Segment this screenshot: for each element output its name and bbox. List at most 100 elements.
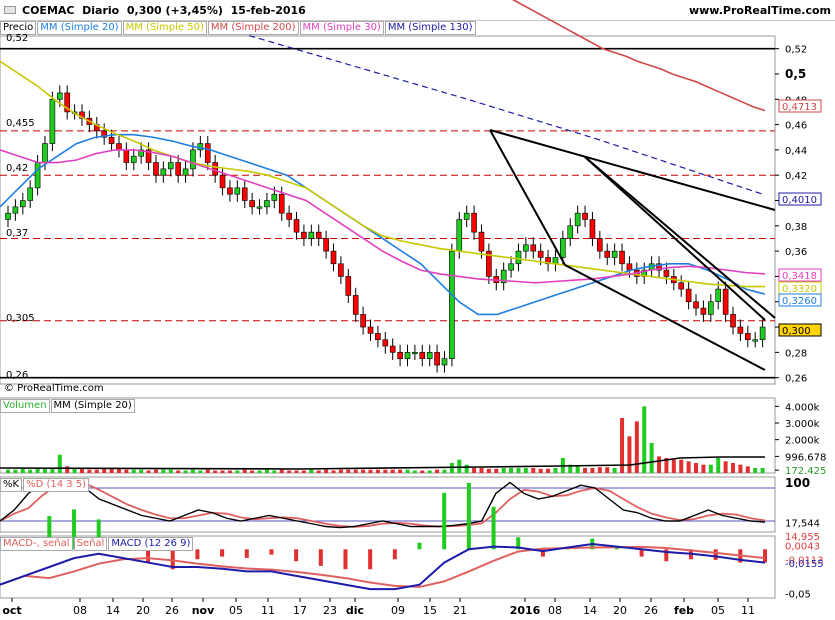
volume-bar <box>65 466 70 473</box>
chart-canvas[interactable]: 0,520,50,480,460,440,420,40,380,360,340,… <box>0 0 835 620</box>
level-label-026: 0,26 <box>6 370 29 381</box>
volume-legend: Volumen MM (Simple 20) <box>0 399 136 413</box>
price-legend-item-5[interactable]: MM (Simple 130) <box>384 21 476 35</box>
candle-body <box>604 250 611 258</box>
macd-histogram-bar <box>392 549 397 560</box>
candle-body <box>619 250 625 265</box>
price-value-tag-label: 0,300 <box>782 326 811 337</box>
candle-body <box>56 92 63 100</box>
x-axis-tick-label: 05 <box>711 604 725 617</box>
volume-bar <box>139 469 144 473</box>
volume-bar <box>6 469 10 473</box>
price-ytick-label: 0,38 <box>785 222 807 233</box>
stochastic-legend-item-1[interactable]: %D (14 3 5) <box>23 478 90 492</box>
candle-body <box>153 162 159 176</box>
volume-bar <box>250 470 255 473</box>
price-legend-item-1[interactable]: MM (Simple 20) <box>37 21 122 35</box>
x-axis-tick-label: 11 <box>741 604 755 617</box>
stochastic-ytick-label: 100 <box>785 476 810 490</box>
x-axis-tick-label: 14 <box>583 604 597 617</box>
candle-body <box>308 231 315 239</box>
candle-body <box>523 244 529 252</box>
macd-histogram-bar <box>713 549 718 560</box>
candle-body <box>434 352 440 366</box>
volume-bar <box>723 461 728 473</box>
macd-histogram-bar <box>466 482 471 550</box>
macd-signal-line <box>0 545 766 588</box>
volume-bar <box>190 469 195 473</box>
volume-bar <box>368 469 373 473</box>
x-axis-tick-label: 2016 <box>510 604 541 617</box>
price-value-tag-label: 0,3418 <box>782 271 817 282</box>
candle-body <box>338 263 344 277</box>
candle-body <box>708 301 714 315</box>
volume-legend-item-1[interactable]: MM (Simple 20) <box>50 399 135 413</box>
macd-histogram-bar <box>417 542 422 550</box>
moving-average-line-0 <box>0 133 766 316</box>
stochastic-ytick-label: 17,544 <box>785 518 820 529</box>
volume-bar <box>546 468 551 473</box>
volume-bar <box>745 466 750 473</box>
stochastic-legend-item-0[interactable]: %K <box>0 478 23 492</box>
volume-bar <box>486 468 491 473</box>
candle-body <box>212 162 218 176</box>
candle-body <box>715 288 722 303</box>
candle-body <box>116 143 122 151</box>
candle-body <box>574 212 581 227</box>
candle-body <box>478 231 485 252</box>
volume-bar <box>116 468 121 473</box>
price-legend-item-2[interactable]: MM (Simple 50) <box>122 21 207 35</box>
level-label-037: 0,37 <box>6 228 29 239</box>
macd-legend-item-2[interactable]: MACD (12 26 9) <box>108 537 194 551</box>
candle-body <box>456 219 463 252</box>
macd-legend-item-1[interactable]: Señal <box>73 537 108 551</box>
x-axis-tick-label: 08 <box>548 604 562 617</box>
volume-bar <box>679 459 684 473</box>
volume-ytick-label: 4.000k <box>785 402 820 413</box>
volume-bar <box>472 468 477 473</box>
candle-body <box>700 307 707 315</box>
volume-bar <box>398 469 403 473</box>
volume-bar <box>597 467 602 473</box>
candle-body <box>323 238 329 252</box>
candle-body <box>27 187 33 201</box>
candle-body <box>389 345 396 353</box>
volume-bar <box>183 470 188 473</box>
moving-average-130-line <box>229 29 766 196</box>
candle-body <box>190 149 196 170</box>
volume-bar <box>57 454 62 473</box>
price-legend-item-3[interactable]: MM (Simple 200) <box>207 21 299 35</box>
level-label-0305: 0,305 <box>6 313 35 324</box>
macd-ytick-label: -0,05 <box>785 590 811 601</box>
macd-legend-item-0[interactable]: MACD-, señal <box>0 537 73 551</box>
macd-legend: MACD-, señal Señal MACD (12 26 9) <box>0 537 194 551</box>
x-axis-tick-label: 17 <box>293 604 307 617</box>
candle-body <box>426 352 433 359</box>
volume-bar <box>731 463 736 473</box>
volume-legend-item-0[interactable]: Volumen <box>0 399 50 413</box>
volume-bar <box>575 466 580 473</box>
volume-bar <box>523 468 528 473</box>
candle-body <box>745 333 751 341</box>
x-axis-tick-label: 20 <box>613 604 627 617</box>
candle-body <box>589 219 596 239</box>
trendline <box>584 156 776 319</box>
price-ytick-label: 0,42 <box>785 171 807 182</box>
price-ytick-label: 0,52 <box>785 45 807 56</box>
volume-bar <box>213 470 218 473</box>
candle-body <box>730 314 736 328</box>
candle-body <box>264 200 270 208</box>
price-legend-item-4[interactable]: MM (Simple 30) <box>299 21 384 35</box>
macd-histogram-bar <box>318 549 323 566</box>
candle-body <box>175 162 181 176</box>
candle-body <box>234 187 241 195</box>
candle-body <box>611 250 618 258</box>
candle-body <box>249 200 255 208</box>
candle-body <box>560 238 566 258</box>
price-value-tag-label: 0,3320 <box>782 284 817 295</box>
candle-body <box>160 168 167 176</box>
volume-bar <box>694 463 699 473</box>
volume-bar <box>324 469 329 473</box>
x-axis-tick-label: 05 <box>229 604 243 617</box>
volume-bar <box>102 468 107 473</box>
